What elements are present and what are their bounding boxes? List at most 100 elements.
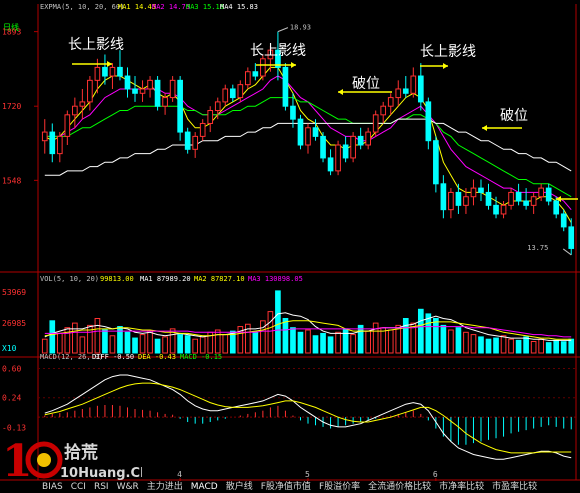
volume-bar[interactable] — [508, 338, 514, 354]
candle-body[interactable] — [327, 157, 334, 172]
volume-bar[interactable] — [177, 334, 183, 354]
candle-body[interactable] — [124, 75, 131, 90]
tab-4[interactable]: 主力进出 — [143, 481, 187, 493]
candle-body[interactable] — [350, 135, 356, 159]
candle-body[interactable] — [387, 97, 394, 107]
volume-bar[interactable] — [560, 341, 567, 354]
stock-chart[interactable]: EXPMA(5, 10, 20, 60)MA1 14.45MA2 14.75MA… — [0, 0, 580, 493]
candle-body[interactable] — [222, 88, 229, 103]
volume-bar[interactable] — [192, 338, 199, 354]
volume-bar[interactable] — [357, 324, 364, 354]
volume-bar[interactable] — [327, 336, 334, 354]
tab-7[interactable]: F股净值市值 — [257, 481, 315, 493]
volume-bar[interactable] — [147, 330, 153, 354]
candle-body[interactable] — [395, 88, 402, 99]
volume-bar[interactable] — [282, 318, 289, 354]
tab-3[interactable]: W&R — [113, 481, 143, 493]
candle-body[interactable] — [177, 79, 183, 133]
volume-bar[interactable] — [312, 335, 319, 354]
volume-bar[interactable] — [290, 327, 296, 354]
volume-bar[interactable] — [154, 338, 161, 354]
candle-body[interactable] — [117, 66, 123, 77]
candle-body[interactable] — [237, 84, 244, 99]
candle-body[interactable] — [538, 187, 544, 198]
candle-body[interactable] — [380, 105, 387, 116]
volume-bar[interactable] — [440, 324, 447, 354]
volume-bar[interactable] — [117, 326, 123, 354]
candle-body[interactable] — [410, 75, 417, 94]
candle-body[interactable] — [523, 200, 529, 206]
candle-body[interactable] — [448, 191, 454, 211]
candle-body[interactable] — [56, 135, 63, 155]
candle-body[interactable] — [515, 191, 522, 202]
candle-body[interactable] — [433, 140, 439, 185]
volume-bar[interactable] — [417, 308, 424, 354]
tab-1[interactable]: CCI — [67, 481, 90, 493]
candle-body[interactable] — [132, 88, 138, 94]
volume-bar[interactable] — [124, 331, 131, 354]
candle-body[interactable] — [282, 66, 289, 107]
volume-bar[interactable] — [162, 336, 168, 354]
candle-body[interactable] — [342, 144, 349, 159]
volume-bar[interactable] — [433, 318, 439, 354]
candle-body[interactable] — [485, 191, 492, 206]
candle-body[interactable] — [252, 71, 259, 77]
candle-body[interactable] — [417, 75, 424, 103]
volume-bar[interactable] — [275, 290, 281, 354]
candle-body[interactable] — [79, 101, 86, 107]
candle-body[interactable] — [244, 71, 251, 86]
candle-body[interactable] — [568, 226, 575, 249]
tab-11[interactable]: 市盈率比较 — [488, 481, 541, 493]
candle-body[interactable] — [365, 131, 372, 146]
candle-body[interactable] — [64, 114, 71, 137]
candle-body[interactable] — [545, 187, 552, 202]
candle-body[interactable] — [184, 131, 191, 150]
tab-9[interactable]: 全流通价格比较 — [364, 481, 435, 493]
volume-bar[interactable] — [350, 334, 356, 354]
volume-bar[interactable] — [545, 342, 552, 354]
candle-body[interactable] — [455, 191, 462, 206]
volume-bar[interactable] — [448, 329, 454, 354]
candle-body[interactable] — [493, 204, 499, 215]
candle-body[interactable] — [154, 79, 161, 107]
volume-bar[interactable] — [372, 322, 379, 354]
volume-bar[interactable] — [320, 332, 326, 354]
candle-body[interactable] — [508, 191, 514, 206]
volume-bar[interactable] — [493, 337, 499, 354]
volume-bar[interactable] — [79, 336, 86, 354]
volume-bar[interactable] — [402, 318, 409, 354]
tab-8[interactable]: F股溢价率 — [315, 481, 364, 493]
candle-body[interactable] — [147, 79, 153, 90]
candle-body[interactable] — [530, 196, 537, 206]
volume-bar[interactable] — [72, 322, 78, 354]
candle-body[interactable] — [402, 88, 409, 94]
volume-bar[interactable] — [305, 329, 311, 354]
candle-body[interactable] — [372, 114, 379, 133]
volume-bar[interactable] — [222, 334, 229, 354]
volume-bar[interactable] — [64, 327, 71, 354]
candle-body[interactable] — [553, 200, 560, 215]
volume-bar[interactable] — [538, 338, 544, 354]
candle-body[interactable] — [312, 127, 319, 137]
volume-bar[interactable] — [260, 320, 266, 354]
candle-body[interactable] — [260, 58, 266, 77]
tab-5[interactable]: MACD — [187, 481, 222, 493]
candle-body[interactable] — [560, 213, 567, 228]
volume-bar[interactable] — [41, 338, 48, 354]
volume-bar[interactable] — [56, 332, 63, 354]
candle-body[interactable] — [192, 135, 199, 150]
candle-body[interactable] — [102, 66, 108, 77]
candle-body[interactable] — [214, 101, 221, 112]
volume-bar[interactable] — [297, 331, 304, 354]
volume-bar[interactable] — [49, 320, 56, 354]
volume-bar[interactable] — [500, 335, 507, 354]
candle-body[interactable] — [169, 79, 176, 99]
candle-body[interactable] — [72, 105, 78, 116]
candle-body[interactable] — [440, 183, 447, 211]
candle-body[interactable] — [470, 187, 477, 198]
candle-body[interactable] — [109, 66, 116, 77]
candle-body[interactable] — [297, 118, 304, 146]
volume-bar[interactable] — [94, 318, 101, 354]
volume-bar[interactable] — [214, 329, 221, 354]
tab-2[interactable]: RSI — [90, 481, 113, 493]
